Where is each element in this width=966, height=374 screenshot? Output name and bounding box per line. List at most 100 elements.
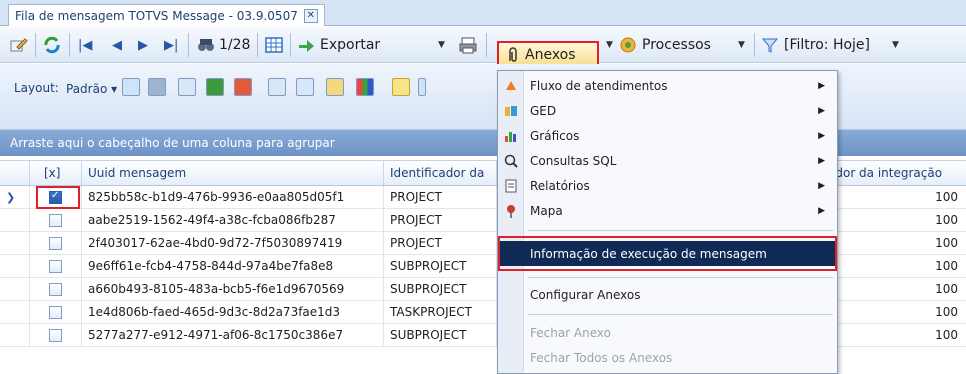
- integration-cell[interactable]: 100: [826, 255, 966, 277]
- row-checkbox[interactable]: [49, 305, 62, 319]
- menu-separator: [528, 230, 833, 231]
- edit-pencil-icon[interactable]: [8, 32, 28, 58]
- row-indicator: [0, 255, 30, 277]
- sql-query-icon: [498, 153, 524, 169]
- menu-item-relatorios[interactable]: Relatórios ▶: [498, 173, 837, 198]
- layout-highlight-icon[interactable]: [392, 78, 410, 96]
- submenu-arrow-icon: ▶: [818, 80, 825, 91]
- column-header-identifier[interactable]: Identificador da: [384, 161, 497, 185]
- uuid-cell[interactable]: a660b493-8105-483a-bcb5-f6e1d9670569: [82, 278, 384, 300]
- chart-icon: [498, 128, 524, 144]
- report-icon: [498, 178, 524, 194]
- row-indicator: [0, 209, 30, 231]
- integration-cell[interactable]: 100: [826, 278, 966, 300]
- uuid-cell[interactable]: 825bb58c-b1d9-476b-9936-e0aa805d05f1: [82, 186, 384, 208]
- row-checkbox-cell[interactable]: [30, 232, 82, 254]
- column-header-uuid[interactable]: Uuid mensagem: [82, 161, 384, 185]
- first-page-icon[interactable]: |◀: [78, 32, 92, 58]
- layout-edit-icon[interactable]: [326, 78, 344, 96]
- row-indicator: [0, 324, 30, 346]
- menu-item-consultas-sql[interactable]: Consultas SQL ▶: [498, 148, 837, 173]
- document-tab[interactable]: Fila de mensagem TOTVS Message - 03.9.05…: [8, 4, 325, 26]
- export-dropdown-arrow[interactable]: ▼: [438, 32, 445, 58]
- row-indicator: [0, 278, 30, 300]
- uuid-cell[interactable]: 9e6ff61e-fcb4-4758-844d-97a4be7fa8e8: [82, 255, 384, 277]
- anexos-dropdown-arrow[interactable]: ▼: [606, 32, 613, 58]
- ged-icon: [498, 103, 524, 119]
- row-checkbox-cell[interactable]: [30, 278, 82, 300]
- row-checkbox[interactable]: [49, 236, 62, 250]
- integration-cell[interactable]: 100: [826, 186, 966, 208]
- next-page-icon[interactable]: ▶: [138, 32, 148, 58]
- layout-more-icon[interactable]: [418, 78, 426, 96]
- menu-item-graficos[interactable]: Gráficos ▶: [498, 123, 837, 148]
- row-checkbox[interactable]: [49, 328, 62, 342]
- integration-cell[interactable]: 100: [826, 301, 966, 323]
- filter-dropdown-arrow[interactable]: ▼: [892, 32, 899, 58]
- layout-option-icon[interactable]: [122, 78, 140, 96]
- layout-columns-icon[interactable]: [268, 78, 286, 96]
- identifier-cell[interactable]: SUBPROJECT: [384, 324, 497, 346]
- layout-delete-icon[interactable]: [234, 78, 252, 96]
- menu-item-mapa[interactable]: Mapa ▶: [498, 198, 837, 223]
- map-pin-icon: [498, 203, 524, 219]
- filter-button[interactable]: [Filtro: Hoje]: [760, 32, 870, 58]
- processos-dropdown-arrow[interactable]: ▼: [738, 32, 745, 58]
- layout-option-icon[interactable]: [148, 78, 166, 96]
- layout-sum-icon[interactable]: [296, 78, 314, 96]
- integration-cell[interactable]: 100: [826, 209, 966, 231]
- uuid-cell[interactable]: 2f403017-62ae-4bd0-9d72-7f5030897419: [82, 232, 384, 254]
- group-hint: Arraste aqui o cabeçalho de uma coluna p…: [10, 136, 335, 150]
- print-icon[interactable]: [458, 32, 478, 58]
- identifier-cell[interactable]: PROJECT: [384, 232, 497, 254]
- layout-select[interactable]: Padrão ▾: [62, 80, 121, 98]
- integration-cell[interactable]: 100: [826, 232, 966, 254]
- layout-save-icon[interactable]: [206, 78, 224, 96]
- row-checkbox-cell[interactable]: [30, 324, 82, 346]
- submenu-arrow-icon: ▶: [818, 130, 825, 141]
- row-checkbox[interactable]: [49, 259, 62, 273]
- flow-icon: [498, 78, 524, 94]
- filter-label: [Filtro: Hoje]: [784, 37, 871, 53]
- last-page-icon[interactable]: ▶|: [164, 32, 178, 58]
- layout-label: Layout:: [14, 81, 59, 95]
- menu-item-fluxo[interactable]: Fluxo de atendimentos ▶: [498, 73, 837, 98]
- row-indicator: ❯: [0, 186, 30, 208]
- identifier-cell[interactable]: SUBPROJECT: [384, 255, 497, 277]
- processos-button[interactable]: Processos: [618, 32, 711, 58]
- row-checkbox-cell[interactable]: [30, 209, 82, 231]
- find-binoculars-icon[interactable]: [196, 32, 216, 58]
- chart-options-icon[interactable]: [356, 78, 374, 96]
- row-checkbox[interactable]: [49, 282, 62, 296]
- refresh-icon[interactable]: [42, 32, 62, 58]
- anexos-label: Anexos: [525, 47, 576, 63]
- uuid-cell[interactable]: 5277a277-e912-4971-af06-8c1750c386e7: [82, 324, 384, 346]
- export-button[interactable]: Exportar: [296, 32, 380, 58]
- previous-page-icon[interactable]: ◀: [112, 32, 122, 58]
- row-checkbox[interactable]: [49, 213, 62, 227]
- highlight-frame: [498, 236, 837, 271]
- layout-option-icon[interactable]: [178, 78, 196, 96]
- close-tab-icon[interactable]: ✕: [303, 8, 318, 23]
- identifier-cell[interactable]: PROJECT: [384, 186, 497, 208]
- menu-item-ged[interactable]: GED ▶: [498, 98, 837, 123]
- uuid-cell[interactable]: aabe2519-1562-49f4-a38c-fcba086fb287: [82, 209, 384, 231]
- row-checkbox-cell[interactable]: [30, 255, 82, 277]
- menu-item-configurar-anexos[interactable]: Configurar Anexos: [498, 282, 837, 307]
- submenu-arrow-icon: ▶: [818, 180, 825, 191]
- identifier-cell[interactable]: SUBPROJECT: [384, 278, 497, 300]
- grid-view-icon[interactable]: [264, 32, 284, 58]
- identifier-cell[interactable]: TASKPROJECT: [384, 301, 497, 323]
- export-label: Exportar: [320, 37, 381, 53]
- checkbox-highlight-frame: [36, 186, 80, 209]
- tab-title: Fila de mensagem TOTVS Message - 03.9.05…: [15, 8, 298, 23]
- column-header-select[interactable]: [x]: [30, 161, 82, 185]
- column-header-integration[interactable]: ador da integração: [826, 161, 966, 185]
- uuid-cell[interactable]: 1e4d806b-faed-465d-9d3c-8d2a73fae1d3: [82, 301, 384, 323]
- identifier-cell[interactable]: PROJECT: [384, 209, 497, 231]
- row-checkbox-cell[interactable]: [30, 301, 82, 323]
- paperclip-icon: [509, 47, 517, 62]
- menu-separator: [528, 314, 833, 315]
- integration-cell[interactable]: 100: [826, 324, 966, 346]
- submenu-arrow-icon: ▶: [818, 105, 825, 116]
